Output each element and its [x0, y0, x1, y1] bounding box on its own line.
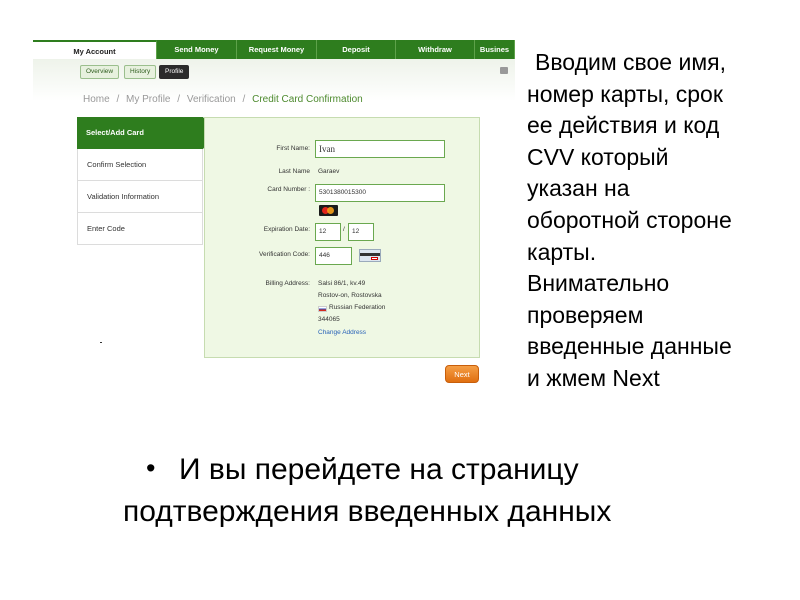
- verification-code-input[interactable]: 446: [315, 247, 352, 265]
- bullet-line: подтверждения введенных данных: [123, 495, 612, 528]
- instruction-line: номер карты, срок: [527, 80, 723, 107]
- instruction-line: введенные данные: [527, 333, 732, 360]
- instruction-line: Внимательно: [527, 270, 670, 297]
- instruction-line: карты.: [527, 238, 597, 265]
- change-address-link[interactable]: Change Address: [318, 329, 366, 336]
- expiration-date-label: Expiration Date:: [263, 226, 310, 233]
- mastercard-icon: [319, 205, 338, 216]
- screenshot-embedded: My Account Send Money Request Money Depo…: [33, 40, 515, 395]
- nav-tab-my-account[interactable]: My Account: [33, 40, 157, 59]
- card-back-cvv-icon: [359, 249, 381, 262]
- nav-tab-withdraw[interactable]: Withdraw: [396, 40, 475, 59]
- breadcrumb-separator: /: [177, 94, 181, 105]
- breadcrumb: Home / My Profile / Verification / Credi…: [83, 94, 363, 105]
- nav-tab-deposit[interactable]: Deposit: [317, 40, 396, 59]
- card-number-input[interactable]: 5301380015300: [315, 184, 445, 202]
- instruction-line: ее действия и код: [527, 112, 720, 139]
- side-item-enter-code[interactable]: Enter Code: [77, 213, 203, 245]
- billing-address-label: Billing Address:: [265, 280, 310, 287]
- instruction-text: Вводим свое имя, номер карты, срок ее де…: [527, 47, 792, 395]
- subtab-profile[interactable]: Profile: [159, 65, 190, 79]
- card-number-label: Card Number :: [267, 186, 310, 193]
- verification-code-label: Verification Code:: [259, 251, 310, 258]
- side-item-confirm-selection[interactable]: Confirm Selection: [77, 149, 203, 181]
- bullet-text: И вы перейдете на страницу подтверждения…: [123, 449, 743, 533]
- instruction-line: оборотной стороне: [527, 206, 732, 233]
- instruction-line: Вводим свое имя,: [535, 49, 726, 75]
- subtab-overview[interactable]: Overview: [80, 65, 120, 79]
- side-menu: Select/Add Card Confirm Selection Valida…: [77, 117, 215, 245]
- breadcrumb-verification[interactable]: Verification: [187, 94, 236, 105]
- expiration-separator: /: [343, 226, 345, 233]
- last-name-label: Last Name: [278, 168, 310, 175]
- stray-dot: [100, 342, 102, 343]
- expiration-month-input[interactable]: 12: [315, 223, 341, 241]
- expiration-year-input[interactable]: 12: [348, 223, 374, 241]
- bullet-line: И вы перейдете на страницу: [179, 453, 579, 486]
- first-name-input[interactable]: Ivan: [315, 140, 445, 158]
- russia-flag-icon: [318, 306, 327, 312]
- breadcrumb-separator: /: [116, 94, 120, 105]
- billing-line-4: 344065: [318, 316, 340, 323]
- billing-line-1: Salsi 86/1, kv.49: [318, 280, 366, 287]
- breadcrumb-current: Credit Card Confirmation: [252, 94, 363, 105]
- first-name-label: First Name:: [276, 145, 310, 152]
- instruction-line: CVV который: [527, 143, 669, 170]
- subtab-history[interactable]: History: [124, 65, 157, 79]
- instruction-line: указан на: [527, 175, 630, 202]
- last-name-value: Garaev: [318, 168, 340, 175]
- breadcrumb-separator: /: [242, 94, 246, 105]
- nav-tab-request-money[interactable]: Request Money: [237, 40, 317, 59]
- nav-tab-business[interactable]: Busines: [475, 40, 515, 59]
- card-form-panel: First Name: Ivan Last Name Garaev Card N…: [204, 117, 480, 358]
- breadcrumb-home[interactable]: Home: [83, 94, 110, 105]
- nav-tab-send-money[interactable]: Send Money: [157, 40, 237, 59]
- instruction-line: проверяем: [527, 301, 644, 328]
- billing-line-2: Rostov-on, Rostovska: [318, 292, 382, 299]
- top-navigation: My Account Send Money Request Money Depo…: [33, 40, 515, 59]
- next-button[interactable]: Next: [445, 365, 479, 383]
- billing-line-3: Russian Federation: [329, 304, 386, 311]
- breadcrumb-my-profile[interactable]: My Profile: [126, 94, 170, 105]
- print-icon[interactable]: [500, 67, 508, 74]
- side-item-validation-information[interactable]: Validation Information: [77, 181, 203, 213]
- side-item-select-add-card[interactable]: Select/Add Card: [77, 117, 215, 149]
- instruction-line: и жмем Next: [527, 364, 660, 391]
